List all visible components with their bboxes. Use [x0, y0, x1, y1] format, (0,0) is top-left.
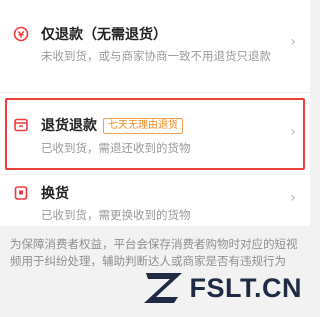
divider [0, 174, 310, 175]
refund-icon [13, 26, 29, 42]
exchange-icon [13, 185, 29, 201]
selection-highlight-box [5, 98, 305, 170]
exchange-option[interactable]: 换货 已收到货，需更换收到的货物 › [0, 176, 310, 224]
exchange-title: 换货 [41, 186, 69, 202]
privacy-notice: 为保障消费者权益，平台会保存消费者购物时对应的短视频用于纠纷处理，辅助判断达人或… [10, 237, 298, 268]
refund-only-title: 仅退款（无需退货） [41, 27, 167, 43]
exchange-desc: 已收到货，需更换收到的货物 [41, 208, 191, 222]
refund-only-option[interactable]: 仅退款（无需退货） 未收到货，或与商家协商一致不用退货只退款 › [0, 10, 310, 88]
chevron-right-icon: › [290, 34, 296, 50]
refund-only-desc: 未收到货，或与商家协商一致不用退货只退款 [41, 49, 271, 63]
watermark: FSLT.CN [142, 269, 303, 307]
watermark-text: FSLT.CN [189, 272, 302, 303]
divider [0, 92, 310, 93]
chevron-right-icon: › [290, 190, 296, 206]
watermark-logo-icon [143, 273, 182, 303]
